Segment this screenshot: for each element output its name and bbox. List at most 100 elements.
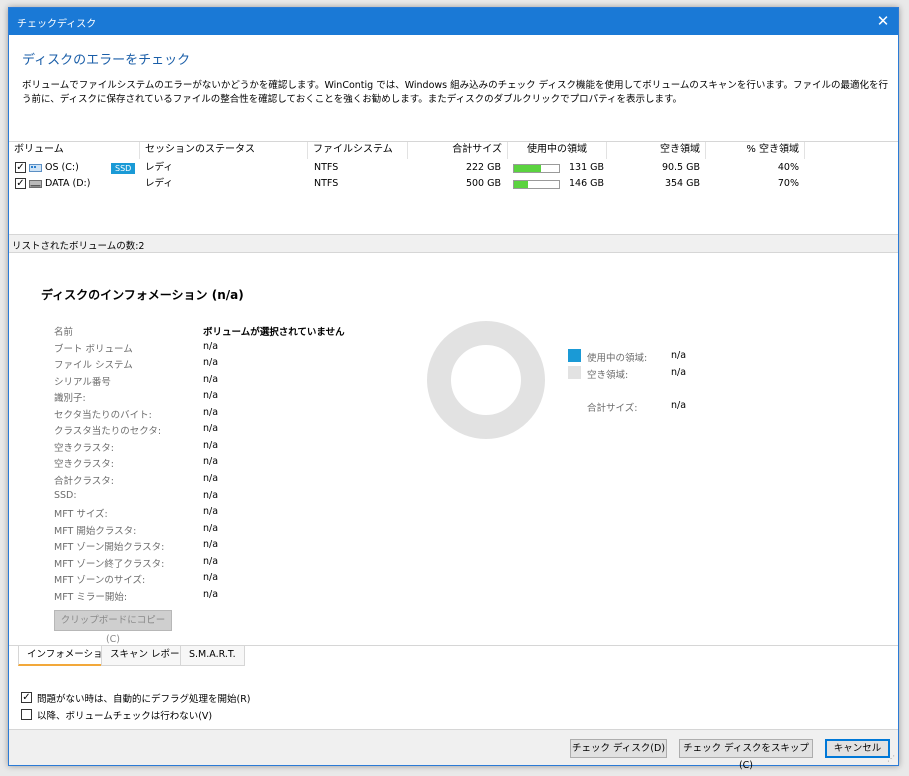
title-bar[interactable]: チェックディスク ✕	[9, 8, 898, 35]
info-value: n/a	[203, 440, 219, 451]
disk-info-panel: ディスクのインフォメーション (n/a) 名前 ボリュームが選択されていません …	[9, 253, 898, 645]
info-label: ファイル システム	[54, 360, 133, 371]
free-space-legend-label: 空き領域:	[587, 370, 629, 381]
used-space: 146 GB	[569, 178, 605, 189]
volume-checkbox[interactable]: ✓	[15, 178, 26, 189]
free-space: 90.5 GB	[661, 162, 700, 173]
session-status: レディ	[145, 178, 173, 189]
total-size-legend-value: n/a	[671, 400, 687, 411]
cancel-button[interactable]: キャンセル	[825, 739, 890, 758]
skip-future-check-checkbox[interactable]	[21, 709, 32, 720]
column-header-free-percent[interactable]: % 空き領域	[706, 142, 805, 159]
table-row[interactable]: ✓ DATA (D:) レディ NTFS 500 GB 146 GB 354 G…	[9, 176, 898, 192]
info-value: n/a	[203, 523, 219, 534]
info-value-name: ボリュームが選択されていません	[203, 327, 345, 338]
info-value: n/a	[203, 423, 219, 434]
info-value: n/a	[203, 506, 219, 517]
table-header: ボリューム セッションのステータス ファイルシステム 合計サイズ 使用中の領域 …	[9, 142, 898, 159]
total-size: 500 GB	[465, 178, 501, 189]
used-space-bar-fill	[514, 181, 528, 188]
column-header-status[interactable]: セッションのステータス	[140, 142, 308, 159]
info-value: n/a	[203, 473, 219, 484]
column-header-total-size[interactable]: 合計サイズ	[408, 142, 508, 159]
info-label: MFT ミラー開始:	[54, 592, 128, 603]
info-label: MFT サイズ:	[54, 509, 108, 520]
info-label: セクタ当たりのバイト:	[54, 410, 152, 421]
column-header-volume[interactable]: ボリューム	[9, 142, 140, 159]
info-value: n/a	[203, 407, 219, 418]
auto-defrag-checkbox[interactable]: ✓	[21, 692, 32, 703]
skip-check-disk-button[interactable]: チェック ディスクをスキップ(C)	[679, 739, 813, 771]
info-label: 合計クラスタ:	[54, 476, 115, 487]
free-percent: 40%	[777, 162, 799, 173]
ssd-drive-icon	[29, 164, 42, 172]
skip-future-check-label[interactable]: 以降、ボリュームチェックは行わない(V)	[37, 708, 212, 722]
volume-checkbox[interactable]: ✓	[15, 162, 26, 173]
page-description: ボリュームでファイルシステムのエラーがないかどうかを確認します。WinConti…	[22, 80, 888, 105]
volume-name: DATA (D:)	[45, 178, 91, 189]
info-label-name: 名前	[54, 327, 74, 338]
info-value: n/a	[203, 556, 219, 567]
info-value: n/a	[203, 572, 219, 583]
disk-info-title: ディスクのインフォメーション (n/a)	[41, 288, 244, 302]
tab-bar: インフォメーション スキャン レポート S.M.A.R.T.	[9, 645, 898, 669]
close-icon[interactable]: ✕	[868, 8, 898, 35]
info-label: 空きクラスタ:	[54, 443, 115, 454]
info-label: ブート ボリューム	[54, 344, 133, 355]
free-space-legend-swatch	[568, 366, 581, 379]
info-label: 空きクラスタ:	[54, 459, 115, 470]
disk-usage-donut	[427, 321, 545, 439]
total-size: 222 GB	[465, 162, 501, 173]
page-title: ディスクのエラーをチェック	[22, 53, 191, 68]
hdd-drive-icon	[29, 180, 42, 188]
used-space-bar-fill	[514, 165, 541, 172]
header-panel: ディスクのエラーをチェック ボリュームでファイルシステムのエラーがないかどうかを…	[9, 35, 898, 141]
info-value: n/a	[203, 341, 219, 352]
info-label: MFT ゾーンのサイズ:	[54, 575, 146, 586]
used-space-bar	[513, 164, 560, 173]
resize-grip-icon[interactable]: ⋰	[887, 754, 897, 764]
free-space-legend-value: n/a	[671, 367, 687, 378]
info-value: n/a	[203, 539, 219, 550]
auto-defrag-label[interactable]: 問題がない時は、自動的にデフラグ処理を開始(R)	[37, 691, 251, 705]
check-disk-dialog: チェックディスク ✕ ディスクのエラーをチェック ボリュームでファイルシステムの…	[8, 7, 899, 771]
info-value: n/a	[203, 490, 219, 501]
file-system: NTFS	[314, 162, 339, 173]
info-label: MFT ゾーン開始クラスタ:	[54, 542, 165, 553]
volume-table: ボリューム セッションのステータス ファイルシステム 合計サイズ 使用中の領域 …	[9, 142, 898, 234]
info-label: MFT ゾーン終了クラスタ:	[54, 559, 165, 570]
column-header-free-space[interactable]: 空き領域	[607, 142, 706, 159]
info-label: シリアル番号	[54, 377, 111, 388]
window-title: チェックディスク	[17, 19, 97, 30]
used-space-legend-label: 使用中の領域:	[587, 353, 648, 364]
info-value: n/a	[203, 357, 219, 368]
free-percent: 70%	[777, 178, 799, 189]
column-header-used-space[interactable]: 使用中の領域	[508, 142, 607, 159]
info-label: MFT 開始クラスタ:	[54, 526, 137, 537]
info-value: n/a	[203, 390, 219, 401]
table-row[interactable]: ✓ OS (C:) SSD レディ NTFS 222 GB 131 GB 90.…	[9, 160, 898, 176]
used-space-legend-swatch	[568, 349, 581, 362]
free-space: 354 GB	[664, 178, 700, 189]
used-space-bar	[513, 180, 560, 189]
check-disk-button[interactable]: チェック ディスク(D)	[570, 739, 667, 758]
session-status: レディ	[145, 162, 173, 173]
status-bar: リストされたボリュームの数:2	[9, 234, 898, 253]
listed-volume-count: リストされたボリュームの数:2	[12, 241, 145, 252]
used-space-legend-value: n/a	[671, 350, 687, 361]
copy-to-clipboard-button[interactable]: クリップボードにコピー(C)	[54, 610, 172, 645]
tab-smart[interactable]: S.M.A.R.T.	[180, 646, 245, 666]
info-value: n/a	[203, 456, 219, 467]
file-system: NTFS	[314, 178, 339, 189]
ssd-badge: SSD	[111, 163, 136, 174]
options-panel: ✓ 問題がない時は、自動的にデフラグ処理を開始(R) 以降、ボリュームチェックは…	[9, 669, 898, 729]
info-value: n/a	[203, 589, 219, 600]
used-space: 131 GB	[569, 162, 605, 173]
total-size-legend-label: 合計サイズ:	[587, 403, 638, 414]
info-label: SSD:	[54, 490, 77, 501]
button-bar: チェック ディスク(D) チェック ディスクをスキップ(C) キャンセル ⋰	[9, 729, 898, 771]
info-label: 識別子:	[54, 393, 86, 404]
column-header-filesystem[interactable]: ファイルシステム	[308, 142, 408, 159]
volume-name: OS (C:)	[45, 162, 79, 173]
info-label: クラスタ当たりのセクタ:	[54, 426, 162, 437]
